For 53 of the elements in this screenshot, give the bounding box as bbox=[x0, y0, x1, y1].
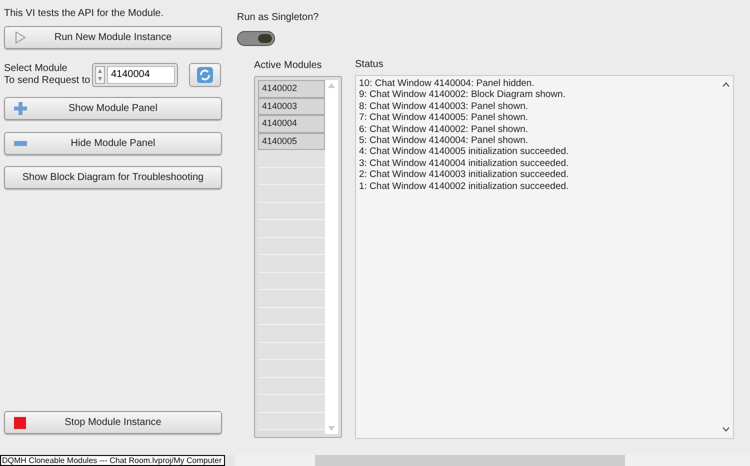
block-diagram-button[interactable]: Show Block Diagram for Troubleshooting bbox=[4, 166, 222, 189]
empty-list-row bbox=[258, 395, 325, 412]
module-list-item[interactable]: 4140004 bbox=[258, 115, 325, 132]
refresh-icon bbox=[197, 67, 213, 83]
description-text: This VI tests the API for the Module. bbox=[4, 7, 165, 21]
status-line: 7: Chat Window 4140005: Panel shown. bbox=[359, 112, 529, 124]
run-button[interactable]: Run New Module Instance bbox=[4, 26, 222, 49]
singleton-label: Run as Singleton? bbox=[237, 11, 320, 25]
module-number-field[interactable]: 4140004 bbox=[92, 63, 178, 87]
status-label: Status bbox=[355, 58, 384, 72]
show-panel-button[interactable]: Show Module Panel bbox=[4, 97, 222, 120]
status-line: 9: Chat Window 4140002: Block Diagram shown. bbox=[359, 89, 566, 101]
taskbar-title[interactable]: DQMH Cloneable Modules --- Chat Room.lvproj/My Computer bbox=[0, 455, 225, 466]
refresh-button[interactable] bbox=[189, 63, 221, 87]
empty-list-row bbox=[258, 150, 325, 168]
select-module-label: Select Module To send Request to bbox=[4, 63, 90, 87]
empty-list-row bbox=[258, 168, 325, 185]
scroll-down-icon[interactable] bbox=[722, 427, 730, 432]
plus-icon bbox=[14, 102, 26, 115]
scroll-up-icon[interactable] bbox=[722, 82, 730, 87]
hide-panel-button[interactable]: Hide Module Panel bbox=[4, 132, 222, 155]
status-line: 3: Chat Window 4140004 initialization succeeded. bbox=[359, 158, 570, 170]
status-line: 2: Chat Window 4140003 initialization succeeded. bbox=[359, 169, 570, 181]
empty-list-row bbox=[258, 308, 325, 325]
empty-list-row bbox=[258, 412, 325, 430]
horizontal-scrollbar[interactable] bbox=[234, 455, 750, 466]
status-line: 4: Chat Window 4140005 initialization succeeded. bbox=[359, 146, 570, 158]
module-list-item[interactable]: 4140005 bbox=[258, 132, 325, 150]
status-line: 1: Chat Window 4140002 initialization succeeded. bbox=[359, 180, 570, 192]
empty-list-row bbox=[258, 272, 325, 290]
module-list-item[interactable]: 4140002 bbox=[258, 80, 325, 98]
minus-icon bbox=[14, 141, 26, 146]
status-line: 6: Chat Window 4140002: Panel shown. bbox=[359, 124, 529, 136]
spin-arrows-icon[interactable] bbox=[95, 66, 105, 84]
empty-list-row bbox=[258, 325, 325, 342]
status-line: 5: Chat Window 4140004: Panel shown. bbox=[359, 135, 529, 146]
empty-list-row bbox=[258, 360, 325, 378]
status-line: 10: Chat Window 4140004: Panel hidden. bbox=[359, 78, 536, 90]
stop-icon bbox=[14, 416, 26, 428]
empty-list-row bbox=[258, 220, 325, 238]
empty-list-row bbox=[258, 342, 325, 360]
play-icon bbox=[14, 31, 26, 44]
empty-list-row bbox=[258, 202, 325, 220]
singleton-toggle[interactable] bbox=[237, 31, 275, 46]
module-list-item[interactable]: 4140003 bbox=[258, 98, 325, 115]
empty-list-row bbox=[258, 378, 325, 395]
status-line: 8: Chat Window 4140003: Panel shown. bbox=[359, 100, 529, 112]
empty-list-row bbox=[258, 185, 325, 202]
empty-list-row bbox=[258, 290, 325, 308]
empty-list-row bbox=[258, 255, 325, 272]
stop-button[interactable]: Stop Module Instance bbox=[4, 411, 222, 434]
active-modules-label: Active Modules bbox=[254, 59, 323, 73]
empty-list-row bbox=[258, 238, 325, 255]
